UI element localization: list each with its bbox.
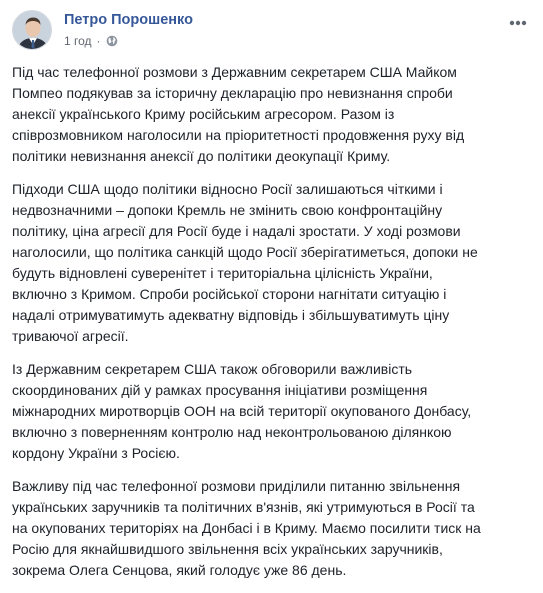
globe-icon[interactable] [106, 35, 118, 47]
post-timestamp[interactable]: 1 год [64, 34, 92, 48]
post-paragraph-3: Із Державним секретарем США також обгово… [12, 361, 472, 461]
post-meta: 1 год · [64, 34, 118, 48]
post-paragraph-4: Важливу під час телефонної розмови приді… [12, 478, 481, 578]
more-options-icon[interactable] [507, 16, 529, 30]
avatar-portrait [13, 11, 51, 49]
author-avatar[interactable] [12, 10, 52, 50]
post-paragraph-1: Під час телефонної розмови з Державним с… [12, 64, 465, 164]
meta-separator: · [96, 34, 101, 48]
facebook-post: Петро Порошенко 1 год · Під час телефонн… [0, 0, 543, 578]
author-name[interactable]: Петро Порошенко [64, 12, 193, 28]
post-header: Петро Порошенко 1 год · [12, 8, 531, 54]
post-paragraph-2: Підходи США щодо політики відносно Росії… [12, 181, 478, 344]
post-body: Під час телефонної розмови з Державним с… [12, 62, 531, 593]
